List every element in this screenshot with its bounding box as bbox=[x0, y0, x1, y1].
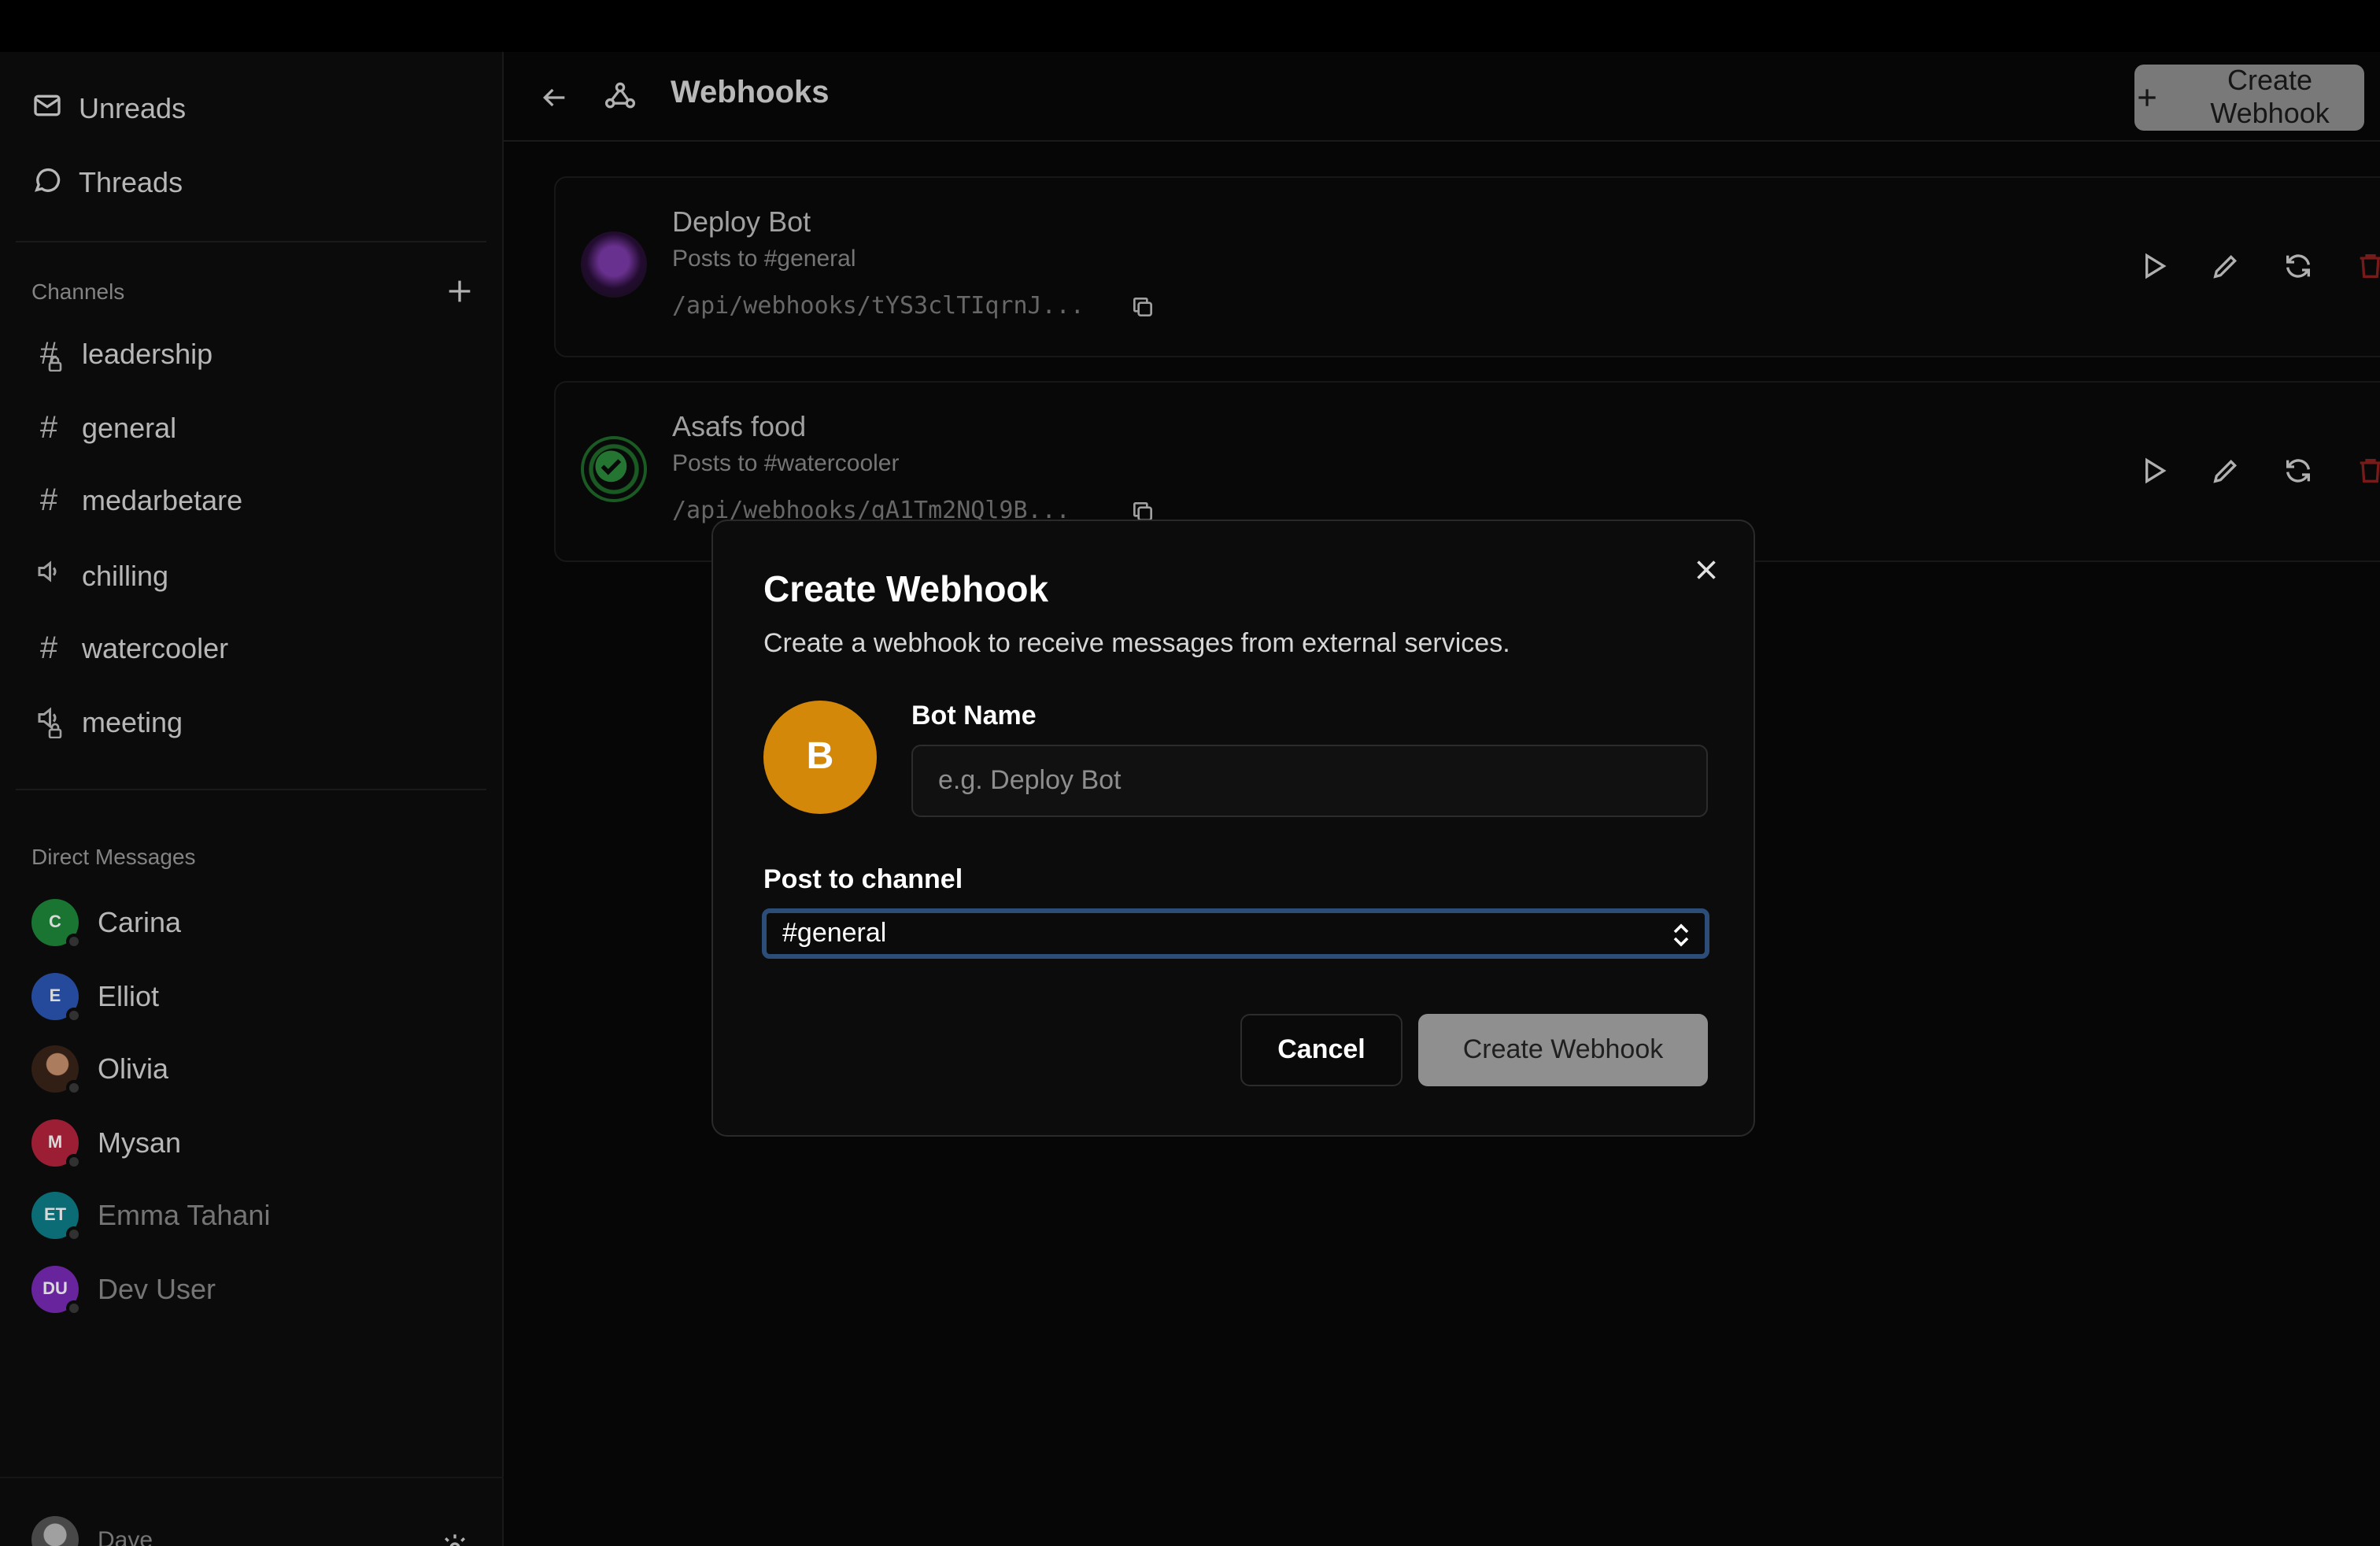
bot-name-label: Bot Name bbox=[911, 701, 1037, 730]
channel-select-value: #general bbox=[782, 918, 887, 948]
chevron-updown-icon bbox=[1673, 923, 1689, 947]
close-icon[interactable] bbox=[1692, 556, 1720, 584]
create-webhook-dialog: Create Webhook Create a webhook to recei… bbox=[711, 520, 1755, 1137]
bot-name-input[interactable] bbox=[911, 745, 1708, 817]
dialog-title: Create Webhook bbox=[763, 568, 1049, 609]
channel-select[interactable]: #general bbox=[762, 908, 1709, 959]
cancel-button[interactable]: Cancel bbox=[1240, 1014, 1402, 1086]
submit-create-webhook-button[interactable]: Create Webhook bbox=[1418, 1014, 1708, 1086]
dialog-description: Create a webhook to receive messages fro… bbox=[763, 628, 1510, 658]
channel-label: Post to channel bbox=[763, 864, 963, 894]
modal-overlay: Create Webhook Create a webhook to recei… bbox=[0, 0, 2380, 1546]
bot-avatar-preview[interactable]: B bbox=[763, 701, 877, 814]
